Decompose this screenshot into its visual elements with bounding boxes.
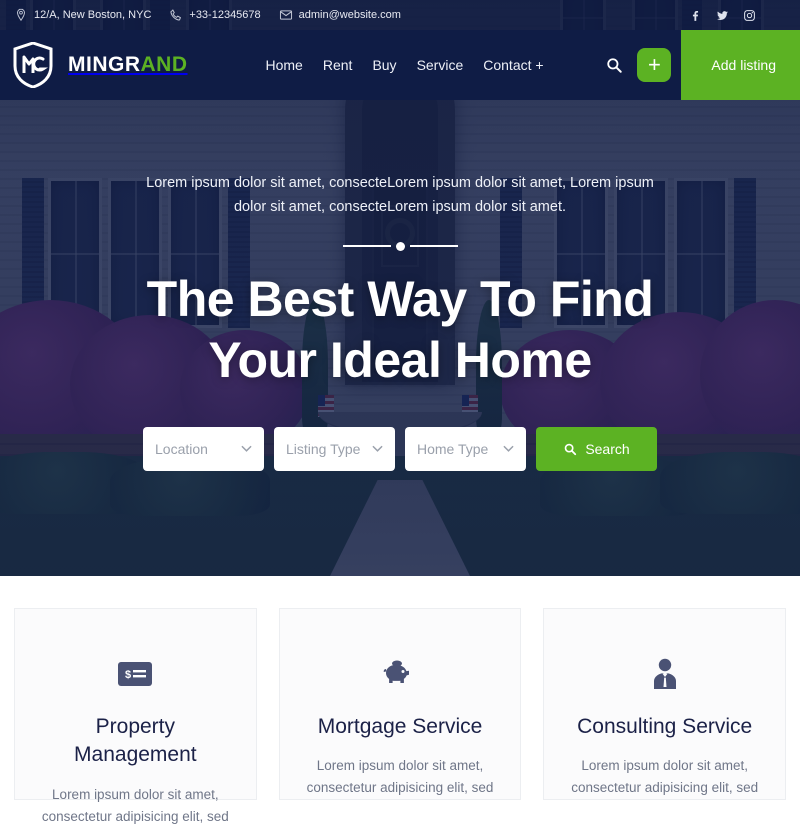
social-link-facebook[interactable] xyxy=(689,9,702,22)
search-icon xyxy=(565,443,577,455)
navbar-actions: + Add listing xyxy=(605,30,800,100)
nav-item-rent[interactable]: Rent xyxy=(323,57,353,73)
brand-name-second: AND xyxy=(140,53,188,76)
facebook-icon xyxy=(692,10,699,21)
home-type-select[interactable]: Home Type xyxy=(405,426,526,471)
chevron-down-icon xyxy=(372,446,383,453)
brand-logo-link[interactable]: MINGRAND xyxy=(0,42,188,88)
location-select[interactable]: Location xyxy=(143,426,264,471)
hero-title-line-1: The Best Way To Find xyxy=(146,270,654,327)
nav-item-home[interactable]: Home xyxy=(266,57,303,73)
email-item: admin@website.com xyxy=(279,8,401,22)
service-card-property-management[interactable]: $ Property Management Lorem ipsum dolor … xyxy=(14,608,257,824)
divider-dot xyxy=(395,241,405,251)
piggy-bank-icon xyxy=(383,660,409,683)
search-button-label: Search xyxy=(585,440,630,457)
service-card-icon xyxy=(562,657,767,691)
contact-info-group: 12/A, New Boston, NYC +33-12345678 admin… xyxy=(14,8,401,22)
service-card-consulting-service[interactable]: Consulting Service Lorem ipsum dolor sit… xyxy=(543,608,787,800)
service-card-description: Lorem ipsum dolor sit amet, consectetur … xyxy=(306,758,494,796)
search-icon[interactable] xyxy=(605,56,623,74)
service-card-description: Lorem ipsum dolor sit amet, consectetur … xyxy=(41,786,229,824)
service-card-title: Mortgage Service xyxy=(317,715,483,738)
main-navbar: MINGRAND Home Rent Buy Service Contact +… xyxy=(0,30,800,100)
service-card-description: Lorem ipsum dolor sit amet, consectetur … xyxy=(571,758,759,796)
service-card-title: Consulting Service xyxy=(577,715,753,738)
envelope-icon xyxy=(279,10,292,20)
phone-item: +33-12345678 xyxy=(169,8,261,22)
brand-name: MINGRAND xyxy=(68,53,188,77)
shield-monogram-icon xyxy=(13,42,53,88)
add-listing-plus-button[interactable]: + xyxy=(637,48,672,82)
listing-type-select[interactable]: Listing Type xyxy=(274,426,395,471)
chevron-down-icon xyxy=(503,446,514,453)
hero-divider xyxy=(342,241,458,251)
nav-item-service[interactable]: Service xyxy=(417,57,464,73)
hero-subtitle: Lorem ipsum dolor sit amet, consecteLore… xyxy=(146,175,654,215)
location-select-label: Location xyxy=(155,440,208,457)
service-card-mortgage-service[interactable]: Mortgage Service Lorem ipsum dolor sit a… xyxy=(278,608,522,800)
phone-text: +33-12345678 xyxy=(189,9,261,21)
money-check-icon: $ xyxy=(118,662,153,686)
top-utility-bar: 12/A, New Boston, NYC +33-12345678 admin… xyxy=(0,0,800,30)
divider-bar-right xyxy=(409,245,458,248)
address-item: 12/A, New Boston, NYC xyxy=(14,8,151,22)
services-section: $ Property Management Lorem ipsum dolor … xyxy=(0,576,800,824)
map-pin-icon xyxy=(17,8,25,22)
service-card-icon xyxy=(298,657,503,691)
svg-text:$: $ xyxy=(125,669,131,681)
instagram-icon xyxy=(744,9,755,21)
add-listing-button[interactable]: Add listing xyxy=(681,30,800,100)
twitter-icon xyxy=(717,10,728,20)
hero-content: Lorem ipsum dolor sit amet, consecteLore… xyxy=(0,100,800,576)
hero-section: 12/A, New Boston, NYC +33-12345678 admin… xyxy=(0,0,800,576)
hero-title-line-2: Your Ideal Home xyxy=(208,331,592,388)
business-person-icon xyxy=(653,658,676,689)
hero-title: The Best Way To Find Your Ideal Home xyxy=(147,269,654,391)
email-text: admin@website.com xyxy=(298,9,401,21)
address-text: 12/A, New Boston, NYC xyxy=(34,9,152,21)
social-link-twitter[interactable] xyxy=(716,9,729,22)
home-type-select-label: Home Type xyxy=(417,440,489,457)
nav-item-contact[interactable]: Contact + xyxy=(483,57,543,73)
service-card-title: Property Management xyxy=(74,715,197,767)
chevron-down-icon xyxy=(241,446,252,453)
nav-item-buy[interactable]: Buy xyxy=(372,57,396,73)
primary-navigation: Home Rent Buy Service Contact + xyxy=(266,57,544,73)
social-link-instagram[interactable] xyxy=(743,9,756,22)
listing-type-select-label: Listing Type xyxy=(286,440,361,457)
phone-icon xyxy=(170,9,182,21)
search-button[interactable]: Search xyxy=(536,426,657,471)
social-links-group xyxy=(689,9,786,22)
brand-name-first: MINGR xyxy=(68,53,141,76)
service-card-icon: $ xyxy=(33,657,238,691)
property-search-bar: Location Listing Type Home Type Search xyxy=(143,426,657,471)
services-card-row: $ Property Management Lorem ipsum dolor … xyxy=(0,576,800,824)
divider-bar-left xyxy=(342,245,391,248)
